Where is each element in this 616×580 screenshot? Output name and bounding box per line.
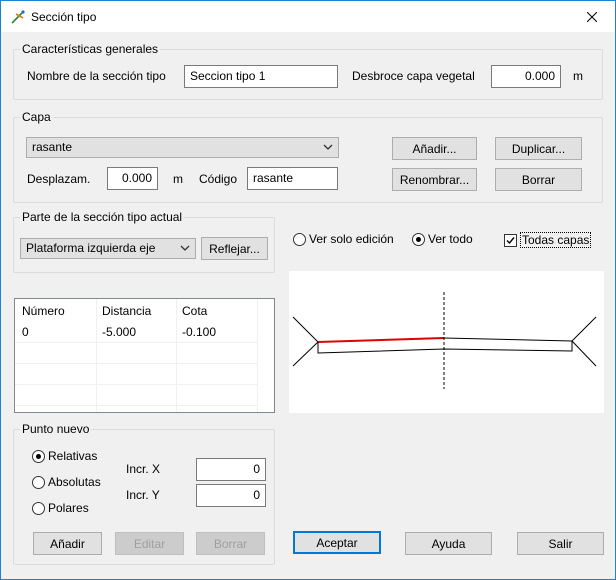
section-name-label: Nombre de la sección tipo [27,69,166,83]
radio-circle-selected [412,232,425,246]
table-row[interactable] [15,364,258,385]
slope-right-upper [571,316,597,342]
column-header-number[interactable]: Número [22,304,65,318]
incr-y-input[interactable]: 0 [196,484,266,507]
exit-button[interactable]: Salir [517,532,604,555]
title-bar: Sección tipo [1,1,615,32]
view-all-radio[interactable]: Ver todo [412,232,473,246]
cell-number: 0 [22,325,29,339]
section-preview-canvas[interactable] [289,271,604,413]
layer-legend: Capa [20,110,53,124]
cell-distance: -5.000 [102,325,137,339]
layer-select-value: rasante [32,140,73,154]
vegetal-clearing-label: Desbroce capa vegetal [352,69,475,83]
absolute-label: Absolutas [48,475,101,489]
edit-point-button[interactable]: Editar [115,532,184,555]
delete-point-button[interactable]: Borrar [196,532,265,555]
slope-left-lower [292,341,319,367]
relative-label: Relativas [48,449,98,463]
checkbox-box [504,233,517,247]
cell-elevation: -0.100 [182,325,217,339]
reflect-button[interactable]: Reflejar... [201,237,268,260]
new-point-legend: Punto nuevo [20,422,92,436]
add-layer-button[interactable]: Añadir... [392,137,477,160]
radio-circle-selected [32,449,45,463]
offset-input[interactable]: 0.000 [107,167,158,190]
absolute-radio[interactable]: Absolutas [32,475,101,489]
close-icon [587,11,597,22]
platform-top-right [443,337,573,342]
table-row[interactable] [15,385,258,406]
layer-select[interactable]: rasante [26,137,339,158]
all-layers-checkbox[interactable]: Todas capas [504,232,592,248]
incr-y-label: Incr. Y [126,488,160,502]
relative-radio[interactable]: Relativas [32,449,97,463]
slope-right-lower [571,340,597,367]
code-label: Código [199,172,238,186]
offset-label: Desplazam. [27,172,91,186]
platform-bottom [317,341,573,354]
window-title: Sección tipo [31,10,97,24]
section-name-input[interactable]: Seccion tipo 1 [184,65,338,88]
radio-circle [32,475,45,489]
code-input[interactable]: rasante [247,167,338,190]
section-type-dialog: Sección tipo Características generales N… [0,0,616,580]
polar-label: Polares [48,501,89,515]
add-point-button[interactable]: Añadir [33,532,102,555]
radio-circle [32,501,45,515]
platform-top-left [317,337,445,343]
polar-radio[interactable]: Polares [32,501,89,515]
duplicate-layer-button[interactable]: Duplicar... [495,137,582,160]
radio-circle [293,232,306,246]
incr-x-label: Incr. X [126,462,161,476]
column-header-distance[interactable]: Distancia [102,304,151,318]
column-header-elevation[interactable]: Cota [182,304,207,318]
table-row[interactable] [15,343,258,364]
section-part-legend: Parte de la sección tipo actual [20,210,185,224]
chevron-down-icon [180,245,190,251]
slope-left-upper [292,316,319,343]
table-header-row: Número Distancia Cota [15,301,258,322]
vegetal-clearing-unit: m [573,69,583,83]
checkmark-icon [506,236,515,244]
view-edit-only-radio[interactable]: Ver solo edición [293,232,394,246]
points-table[interactable]: Número Distancia Cota 0 -5.000 -0.100 [14,298,275,413]
help-button[interactable]: Ayuda [405,532,492,555]
close-button[interactable] [569,1,615,32]
all-layers-label: Todas capas [520,232,592,248]
view-all-label: Ver todo [428,232,473,246]
table-row[interactable]: 0 -5.000 -0.100 [15,322,258,343]
section-part-select[interactable]: Plataforma izquierda eje [20,238,196,259]
incr-x-input[interactable]: 0 [196,458,266,481]
vegetal-clearing-input[interactable]: 0.000 [491,65,561,88]
offset-unit: m [173,172,183,186]
chevron-down-icon [323,144,333,150]
section-part-select-value: Plataforma izquierda eje [26,241,156,255]
rename-layer-button[interactable]: Renombrar... [392,168,477,191]
view-edit-only-label: Ver solo edición [309,232,394,246]
delete-layer-button[interactable]: Borrar [495,168,582,191]
accept-button[interactable]: Aceptar [293,531,381,554]
general-characteristics-legend: Características generales [20,42,161,56]
app-icon [11,10,25,24]
